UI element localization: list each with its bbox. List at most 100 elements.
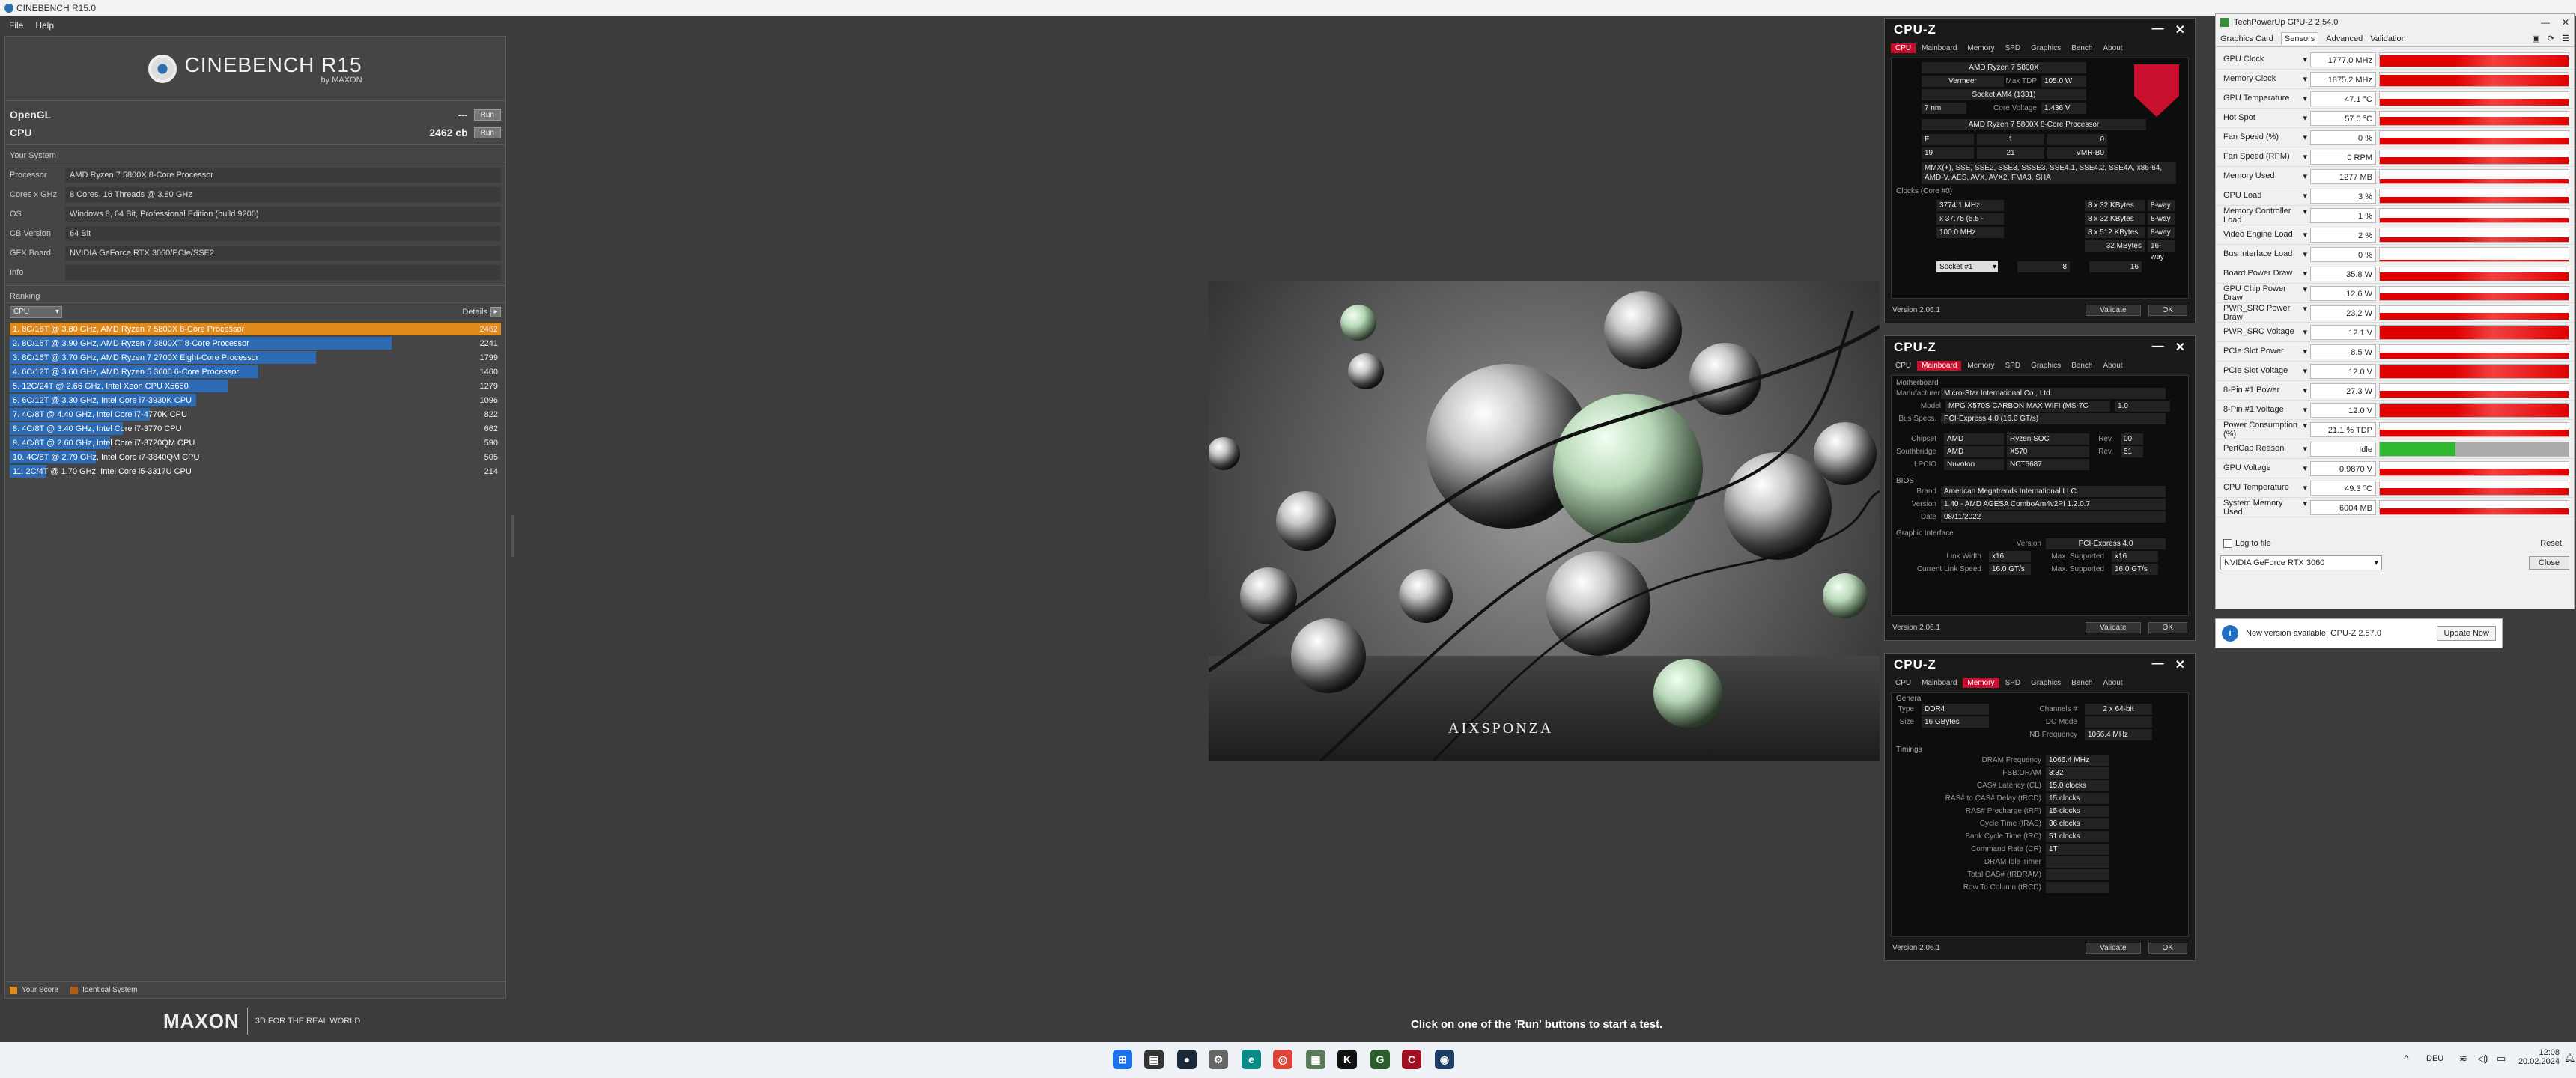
tab-graphics[interactable]: Graphics [2026, 361, 2065, 371]
settings-icon[interactable]: ⚙ [1209, 1050, 1228, 1069]
tab-memory[interactable]: Memory [1963, 361, 1999, 371]
tab-cpu[interactable]: CPU [1891, 678, 1916, 688]
chevron-up-icon[interactable]: ^ [2404, 1053, 2409, 1065]
cpu-run-button[interactable]: Run [473, 127, 501, 138]
chevron-down-icon[interactable]: ▾ [2303, 421, 2307, 439]
tab-cpu[interactable]: CPU [1891, 43, 1916, 53]
close-icon[interactable]: ✕ [2562, 17, 2569, 28]
tab-advanced[interactable]: Advanced [2326, 34, 2363, 43]
validate-button[interactable]: Validate [2086, 942, 2141, 954]
tab-about[interactable]: About [2098, 43, 2127, 53]
ranking-item[interactable]: 5. 12C/24T @ 2.66 GHz, Intel Xeon CPU X5… [10, 380, 501, 392]
chevron-down-icon[interactable]: ▾ [2303, 207, 2307, 225]
steam-icon[interactable]: ● [1177, 1050, 1197, 1069]
tab-spd[interactable]: SPD [2001, 43, 2026, 53]
tab-cpu[interactable]: CPU [1891, 361, 1916, 371]
ranking-item[interactable]: 4. 6C/12T @ 3.60 GHz, AMD Ryzen 5 3600 6… [10, 365, 501, 378]
ranking-item[interactable]: 10. 4C/8T @ 2.79 GHz, Intel Core i7-3840… [10, 451, 501, 463]
minimize-icon[interactable]: — [2152, 657, 2165, 672]
ok-button[interactable]: OK [2148, 304, 2187, 316]
log-checkbox[interactable] [2223, 539, 2232, 548]
tab-about[interactable]: About [2098, 678, 2127, 688]
tab-mainboard[interactable]: Mainboard [1917, 43, 1961, 53]
tab-graphics[interactable]: Graphics [2026, 43, 2065, 53]
chevron-down-icon[interactable]: ▾ [2303, 152, 2307, 162]
volume-icon[interactable]: ◁) [2477, 1053, 2488, 1065]
ranking-item[interactable]: 11. 2C/4T @ 1.70 GHz, Intel Core i5-3317… [10, 465, 501, 478]
tab-memory[interactable]: Memory [1963, 677, 1999, 688]
camera-icon[interactable]: ▣ [2533, 34, 2540, 43]
cpuz-taskbar-icon[interactable]: C [1402, 1050, 1421, 1069]
chevron-down-icon[interactable]: ▾ [2303, 230, 2307, 240]
chrome-icon[interactable]: ◎ [1273, 1050, 1292, 1069]
ranking-select[interactable]: CPU ▾ [10, 306, 62, 318]
chevron-down-icon[interactable]: ▾ [2303, 405, 2307, 415]
chevron-down-icon[interactable]: ▾ [2303, 133, 2307, 142]
app-window-icon[interactable]: ▦ [1306, 1050, 1325, 1069]
minimize-icon[interactable]: — [2152, 340, 2165, 355]
validate-button[interactable]: Validate [2086, 304, 2141, 316]
minimize-icon[interactable]: — [2541, 17, 2550, 28]
ok-button[interactable]: OK [2148, 621, 2187, 633]
menu-icon[interactable]: ☰ [2562, 34, 2569, 43]
opengl-run-button[interactable]: Run [473, 109, 501, 121]
chevron-down-icon[interactable]: ▾ [2303, 304, 2307, 322]
menu-file[interactable]: File [9, 20, 23, 31]
clock[interactable]: 12:08 20.02.2024 [2513, 1048, 2560, 1066]
minimize-icon[interactable]: — [2152, 22, 2165, 37]
tab-memory[interactable]: Memory [1963, 43, 1999, 53]
tab-graphics[interactable]: Graphics [2026, 678, 2065, 688]
chevron-down-icon[interactable]: ▾ [2303, 347, 2307, 356]
chevron-down-icon[interactable]: ▾ [2303, 483, 2307, 493]
ok-button[interactable]: OK [2148, 942, 2187, 954]
chevron-down-icon[interactable]: ▾ [2303, 366, 2307, 376]
chevron-down-icon[interactable]: ▾ [2303, 499, 2307, 517]
cinebench-taskbar-icon[interactable]: ◉ [1435, 1050, 1454, 1069]
ranking-item[interactable]: 1. 8C/16T @ 3.80 GHz, AMD Ryzen 7 5800X … [10, 323, 501, 335]
tab-bench[interactable]: Bench [2067, 678, 2097, 688]
chevron-down-icon[interactable]: ▾ [2303, 386, 2307, 395]
edge-icon[interactable]: e [1242, 1050, 1261, 1069]
ranking-item[interactable]: 6. 6C/12T @ 3.30 GHz, Intel Core i7-3930… [10, 394, 501, 406]
chevron-down-icon[interactable]: ▾ [2303, 191, 2307, 201]
k-app-icon[interactable]: K [1337, 1050, 1357, 1069]
language-indicator[interactable]: DEU [2426, 1054, 2443, 1063]
chevron-down-icon[interactable]: ▾ [2303, 74, 2307, 84]
notification-bell-icon[interactable]: 🔔︎ [2564, 1053, 2575, 1063]
close-icon[interactable]: ✕ [2175, 22, 2186, 37]
wifi-icon[interactable]: ≋ [2459, 1053, 2467, 1065]
chevron-down-icon[interactable]: ▾ [2303, 327, 2307, 337]
reset-button[interactable]: Reset [2536, 538, 2566, 549]
tab-validation[interactable]: Validation [2370, 34, 2406, 43]
chevron-down-icon[interactable]: ▾ [2303, 444, 2307, 454]
gpuz-taskbar-icon[interactable]: G [1370, 1050, 1390, 1069]
ranking-item[interactable]: 2. 8C/16T @ 3.90 GHz, AMD Ryzen 7 3800XT… [10, 337, 501, 350]
chevron-down-icon[interactable]: ▾ [2303, 269, 2307, 278]
tab-sensors[interactable]: Sensors [2280, 32, 2319, 45]
chevron-down-icon[interactable]: ▾ [2303, 94, 2307, 103]
refresh-icon[interactable]: ⟳ [2548, 34, 2554, 43]
tab-spd[interactable]: SPD [2001, 361, 2026, 371]
validate-button[interactable]: Validate [2086, 621, 2141, 633]
ranking-item[interactable]: 7. 4C/8T @ 4.40 GHz, Intel Core i7-4770K… [10, 408, 501, 421]
ranking-item[interactable]: 9. 4C/8T @ 2.60 GHz, Intel Core i7-3720Q… [10, 436, 501, 449]
ranking-item[interactable]: 3. 8C/16T @ 3.70 GHz, AMD Ryzen 7 2700X … [10, 351, 501, 364]
tab-mainboard[interactable]: Mainboard [1917, 360, 1962, 371]
tab-mainboard[interactable]: Mainboard [1917, 678, 1961, 688]
update-now-button[interactable]: Update Now [2437, 626, 2496, 641]
chevron-down-icon[interactable]: ▾ [2303, 249, 2307, 259]
close-icon[interactable]: ✕ [2175, 340, 2186, 355]
chevron-down-icon[interactable]: ▾ [2303, 55, 2307, 64]
device-select[interactable]: NVIDIA GeForce RTX 3060 ▾ [2220, 555, 2382, 570]
chevron-down-icon[interactable]: ▾ [2303, 463, 2307, 473]
tab-bench[interactable]: Bench [2067, 43, 2097, 53]
chevron-down-icon[interactable]: ▾ [2303, 171, 2307, 181]
file-explorer-icon[interactable]: ▤ [1144, 1050, 1164, 1069]
gpuz-close-button[interactable]: Close [2528, 556, 2569, 570]
ranking-item[interactable]: 8. 4C/8T @ 3.40 GHz, Intel Core i7-3770 … [10, 422, 501, 435]
socket-select[interactable]: Socket #1 ▾ [1936, 261, 1998, 272]
panel-splitter[interactable] [511, 515, 514, 557]
tab-graphics-card[interactable]: Graphics Card [2220, 34, 2273, 43]
windows-start-icon[interactable]: ⊞ [1113, 1050, 1132, 1069]
chevron-down-icon[interactable]: ▾ [2303, 284, 2307, 302]
